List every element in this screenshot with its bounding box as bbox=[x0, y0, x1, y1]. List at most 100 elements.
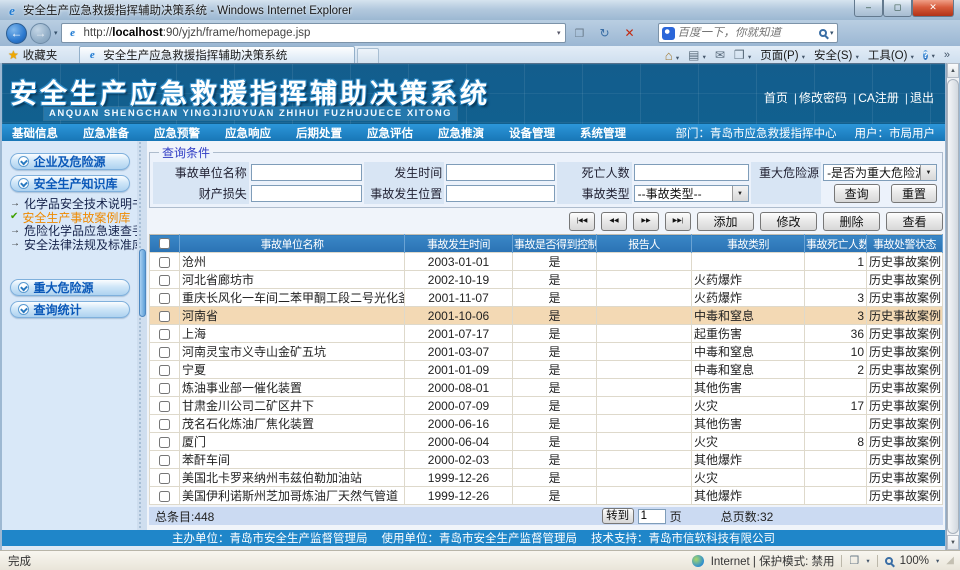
print-button[interactable]: ❒ ▾ bbox=[734, 48, 751, 62]
table-row[interactable]: 美国北卡罗来纳州韦兹伯勒加油站 1999-12-26 是 火灾 历史事故案例 bbox=[150, 469, 943, 487]
column-header[interactable]: 事故处警状态 bbox=[867, 235, 943, 253]
search-box[interactable]: ▾ bbox=[658, 23, 838, 43]
home-button[interactable]: ⌂ ▾ bbox=[665, 48, 679, 63]
menu-item[interactable]: 应急响应 bbox=[221, 125, 275, 141]
zoom-level-label[interactable]: 100% bbox=[900, 555, 929, 567]
next-page-button[interactable]: ▶▶ bbox=[633, 212, 659, 231]
header-link[interactable]: 修改密码 bbox=[789, 89, 848, 106]
header-link[interactable]: 首页 bbox=[763, 89, 789, 106]
overflow-chevron[interactable]: » bbox=[944, 49, 950, 61]
sidebar-item[interactable]: 查询统计 bbox=[10, 301, 130, 318]
menu-item[interactable]: 应急评估 bbox=[363, 125, 417, 141]
sidebar-splitter[interactable] bbox=[137, 141, 147, 530]
menu-item[interactable]: 基础信息 bbox=[8, 125, 62, 141]
back-button[interactable]: ← bbox=[6, 23, 27, 44]
forward-button[interactable]: → bbox=[30, 23, 51, 44]
table-row[interactable]: 河北省廊坊市 2002-10-19 是 火药爆炸 历史事故案例 bbox=[150, 271, 943, 289]
minimize-button[interactable]: – bbox=[854, 0, 883, 17]
page-number-input[interactable] bbox=[638, 509, 666, 524]
new-tab-button[interactable] bbox=[357, 48, 379, 63]
scroll-down-icon[interactable]: ▼ bbox=[947, 535, 959, 550]
major-hazard-select[interactable]: -是否为重大危险源- ▼ bbox=[823, 164, 937, 181]
tab-active[interactable]: e 安全生产应急救援指挥辅助决策系统 bbox=[79, 46, 355, 63]
resize-grip-icon[interactable]: ◢ bbox=[946, 555, 956, 566]
last-page-button[interactable]: ▶▶| bbox=[665, 212, 691, 231]
row-checkbox[interactable] bbox=[159, 257, 170, 268]
row-checkbox[interactable] bbox=[159, 365, 170, 376]
search-button[interactable]: 查询 bbox=[834, 184, 880, 203]
table-row[interactable]: 美国伊利诺斯州芝加哥炼油厂天然气管道 1999-12-26 是 其他爆炸 历史事… bbox=[150, 487, 943, 505]
table-row[interactable]: 宁夏 2001-01-09 是 中毒和窒息 2 历史事故案例 bbox=[150, 361, 943, 379]
table-row[interactable]: 河南省 2001-10-06 是 中毒和窒息 3 历史事故案例 bbox=[150, 307, 943, 325]
table-row[interactable]: 河南灵宝市义寺山金矿五坑 2001-03-07 是 中毒和窒息 10 历史事故案… bbox=[150, 343, 943, 361]
row-checkbox[interactable] bbox=[159, 473, 170, 484]
unit-name-input[interactable] bbox=[251, 164, 362, 181]
compatibility-view-button[interactable]: ❐ bbox=[569, 23, 591, 43]
scroll-up-icon[interactable]: ▲ bbox=[947, 63, 959, 78]
row-checkbox[interactable] bbox=[159, 293, 170, 304]
menu-item[interactable]: 应急推演 bbox=[434, 125, 488, 141]
zoom-icon[interactable] bbox=[885, 557, 893, 565]
sidebar-item[interactable]: 安全生产知识库 bbox=[10, 175, 130, 192]
row-checkbox[interactable] bbox=[159, 455, 170, 466]
splitter-handle-icon[interactable] bbox=[139, 249, 146, 317]
address-bar[interactable]: e http://localhost:90/yjzh/frame/homepag… bbox=[61, 23, 566, 43]
select-all-checkbox[interactable] bbox=[159, 238, 170, 249]
safety-menu[interactable]: 安全(S) ▾ bbox=[814, 47, 859, 63]
search-input[interactable] bbox=[678, 27, 816, 39]
history-dropdown-icon[interactable]: ▾ bbox=[54, 29, 58, 37]
tools-menu[interactable]: 工具(O) ▾ bbox=[868, 47, 914, 63]
sidebar-item[interactable]: 企业及危险源 bbox=[10, 153, 130, 170]
help-menu[interactable]: ? ▾ bbox=[923, 49, 935, 62]
search-icon[interactable] bbox=[819, 29, 827, 37]
column-header[interactable]: 报告人 bbox=[597, 235, 692, 253]
table-row[interactable]: 茂名石化炼油厂焦化装置 2000-06-16 是 其他伤害 历史事故案例 bbox=[150, 415, 943, 433]
header-link[interactable]: 退出 bbox=[900, 89, 935, 106]
column-header[interactable]: 事故单位名称 bbox=[180, 235, 405, 253]
header-link[interactable]: CA注册 bbox=[848, 89, 900, 106]
protected-mode-icon[interactable]: ❐ bbox=[849, 554, 859, 567]
scrollbar-thumb[interactable] bbox=[947, 79, 959, 534]
add-button[interactable]: 添加 bbox=[697, 212, 754, 231]
property-loss-input[interactable] bbox=[251, 185, 362, 202]
sidebar-item[interactable]: → 安全法律法规及标准库 bbox=[2, 238, 137, 252]
close-button[interactable]: ✕ bbox=[912, 0, 954, 17]
column-header[interactable]: 事故发生时间 bbox=[405, 235, 513, 253]
menu-item[interactable]: 应急准备 bbox=[79, 125, 133, 141]
table-row[interactable]: 上海 2001-07-17 是 起重伤害 36 历史事故案例 bbox=[150, 325, 943, 343]
prev-page-button[interactable]: ◀◀ bbox=[601, 212, 627, 231]
menu-item[interactable]: 设备管理 bbox=[505, 125, 559, 141]
first-page-button[interactable]: |◀◀ bbox=[569, 212, 595, 231]
table-row[interactable]: 沧州 2003-01-01 是 1 历史事故案例 bbox=[150, 253, 943, 271]
column-header[interactable]: 事故死亡人数 bbox=[805, 235, 867, 253]
deaths-input[interactable] bbox=[634, 164, 749, 181]
row-checkbox[interactable] bbox=[159, 491, 170, 502]
maximize-button[interactable]: ◻ bbox=[883, 0, 912, 17]
favorites-button[interactable]: ★ 收藏夹 bbox=[0, 47, 65, 63]
search-dropdown-icon[interactable]: ▾ bbox=[830, 29, 834, 37]
row-checkbox[interactable] bbox=[159, 329, 170, 340]
menu-item[interactable]: 系统管理 bbox=[576, 125, 630, 141]
address-dropdown-icon[interactable]: ▾ bbox=[557, 29, 561, 37]
row-checkbox[interactable] bbox=[159, 275, 170, 286]
refresh-button[interactable]: ↻ bbox=[594, 23, 616, 43]
column-header[interactable]: 事故是否得到控制 bbox=[513, 235, 597, 253]
row-checkbox[interactable] bbox=[159, 437, 170, 448]
row-checkbox[interactable] bbox=[159, 383, 170, 394]
row-checkbox[interactable] bbox=[159, 347, 170, 358]
read-mail-button[interactable]: ✉ bbox=[715, 48, 725, 62]
feeds-button[interactable]: ▤ ▾ bbox=[688, 48, 706, 62]
table-row[interactable]: 炼油事业部一催化装置 2000-08-01 是 其他伤害 历史事故案例 bbox=[150, 379, 943, 397]
table-row[interactable]: 甘肃金川公司二矿区井下 2000-07-09 是 火灾 17 历史事故案例 bbox=[150, 397, 943, 415]
row-checkbox[interactable] bbox=[159, 419, 170, 430]
location-input[interactable] bbox=[446, 185, 555, 202]
view-button[interactable]: 查看 bbox=[886, 212, 943, 231]
accident-type-select[interactable]: --事故类型-- ▼ bbox=[634, 185, 749, 202]
table-row[interactable]: 苯酐车间 2000-02-03 是 其他爆炸 历史事故案例 bbox=[150, 451, 943, 469]
row-checkbox[interactable] bbox=[159, 311, 170, 322]
page-menu[interactable]: 页面(P) ▾ bbox=[760, 47, 805, 63]
delete-button[interactable]: 删除 bbox=[823, 212, 880, 231]
table-row[interactable]: 重庆长风化一车间二苯甲酮工段二号光化釜 2001-11-07 是 火药爆炸 3 … bbox=[150, 289, 943, 307]
goto-page-button[interactable]: 转到 bbox=[602, 508, 634, 524]
vertical-scrollbar[interactable]: ▲ ▼ bbox=[946, 63, 959, 550]
